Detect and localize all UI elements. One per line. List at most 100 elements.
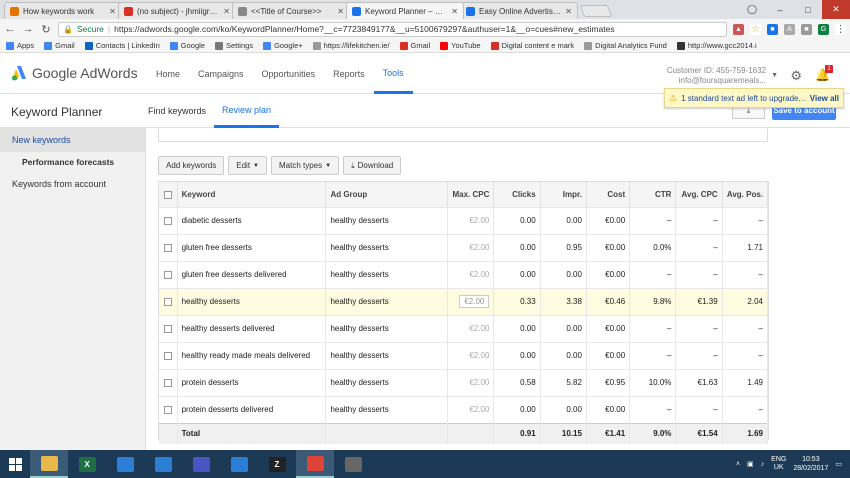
- column-header-keyword[interactable]: Keyword: [177, 182, 327, 207]
- row-checkbox[interactable]: [159, 342, 178, 369]
- bookmark-star-icon[interactable]: ☆: [750, 23, 761, 35]
- close-window-button[interactable]: ✕: [822, 0, 850, 19]
- reload-icon[interactable]: ↻: [40, 23, 52, 36]
- cell-keyword[interactable]: gluten free desserts: [177, 234, 327, 261]
- sidebar-item-keywords-from-account[interactable]: Keywords from account: [0, 172, 145, 196]
- checkbox[interactable]: [163, 216, 172, 225]
- close-icon[interactable]: ✕: [223, 7, 230, 16]
- browser-tab[interactable]: How keywords work ✕: [4, 2, 122, 19]
- cell-cpc[interactable]: €2.00: [447, 342, 495, 369]
- taskbar-app[interactable]: [30, 450, 68, 478]
- notice-text[interactable]: 1 standard text ad left to upgrade...: [681, 94, 805, 103]
- row-checkbox[interactable]: [159, 207, 178, 234]
- row-checkbox[interactable]: [159, 261, 178, 288]
- clock[interactable]: 10:53 28/02/2017: [793, 455, 828, 473]
- bookmark-item[interactable]: http://www.gcc2014.i: [676, 41, 757, 50]
- checkbox[interactable]: [163, 378, 172, 387]
- close-icon[interactable]: ✕: [451, 7, 458, 16]
- cell-keyword[interactable]: healthy ready made meals delivered: [177, 342, 327, 369]
- edit-button[interactable]: Edit ▼: [228, 156, 267, 175]
- language-indicator[interactable]: ENG UK: [771, 456, 786, 472]
- bookmark-item[interactable]: YouTube: [440, 41, 481, 50]
- profile-icon[interactable]: ◯: [738, 0, 766, 19]
- cell-cpc[interactable]: €2.00: [447, 207, 495, 234]
- add-keywords-button[interactable]: Add keywords: [158, 156, 225, 175]
- windows-start-button[interactable]: [0, 450, 30, 478]
- column-header-ctr[interactable]: CTR: [629, 182, 677, 207]
- column-header-avg-cpc[interactable]: Avg. CPC: [675, 182, 723, 207]
- column-header-max-cpc[interactable]: Max. CPC: [447, 182, 495, 207]
- bookmark-item[interactable]: Digital Analytics Fund: [584, 41, 667, 50]
- taskbar-app[interactable]: [334, 450, 372, 478]
- row-checkbox[interactable]: [159, 288, 178, 315]
- cell-keyword[interactable]: protein desserts delivered: [177, 396, 327, 423]
- table-row[interactable]: protein desserts healthy desserts €2.00 0.5…: [159, 369, 769, 396]
- nav-home[interactable]: Home: [147, 54, 189, 94]
- nav-opportunities[interactable]: Opportunities: [253, 54, 325, 94]
- taskbar-app[interactable]: [106, 450, 144, 478]
- bookmark-item[interactable]: Contacts | LinkedIn: [84, 41, 160, 50]
- bookmark-item[interactable]: Apps: [6, 41, 34, 50]
- checkbox[interactable]: [163, 351, 172, 360]
- cell-cpc[interactable]: €2.00: [447, 288, 495, 315]
- extension-icon[interactable]: A: [784, 23, 795, 35]
- close-icon[interactable]: ✕: [337, 7, 344, 16]
- bookmark-item[interactable]: Google: [169, 41, 205, 50]
- extension-icon[interactable]: ▲: [733, 23, 744, 35]
- back-icon[interactable]: ←: [4, 23, 16, 35]
- notifications-icon[interactable]: ▭: [835, 460, 842, 468]
- nav-campaigns[interactable]: Campaigns: [189, 54, 253, 94]
- cell-cpc[interactable]: €2.00: [447, 261, 495, 288]
- taskbar-app[interactable]: [182, 450, 220, 478]
- extension-icon[interactable]: ■: [801, 23, 812, 35]
- chevron-up-icon[interactable]: ˄: [736, 461, 740, 468]
- browser-tab[interactable]: (no subject) - jhmiigrad@ ✕: [118, 2, 236, 19]
- minimize-button[interactable]: –: [766, 0, 794, 19]
- checkbox[interactable]: [163, 243, 172, 252]
- adwords-logo[interactable]: Google AdWords: [11, 65, 138, 81]
- column-header-avg-pos[interactable]: Avg. Pos.: [722, 182, 769, 207]
- forward-icon[interactable]: →: [22, 23, 34, 35]
- bookmark-item[interactable]: Settings: [214, 41, 253, 50]
- cell-cpc[interactable]: €2.00: [447, 234, 495, 261]
- row-checkbox[interactable]: [159, 234, 178, 261]
- view-all-link[interactable]: View all: [810, 94, 839, 103]
- cell-cpc[interactable]: €2.00: [447, 396, 495, 423]
- nav-tools[interactable]: Tools: [373, 54, 413, 94]
- download-button[interactable]: ⤓ Download: [343, 156, 402, 175]
- volume-icon[interactable]: ♪: [761, 461, 765, 468]
- account-dropdown-icon[interactable]: ▼: [771, 72, 778, 79]
- taskbar-app[interactable]: X: [68, 450, 106, 478]
- tab-review-plan[interactable]: Review plan: [214, 94, 280, 128]
- checkbox[interactable]: [163, 297, 172, 306]
- taskbar-app[interactable]: Z: [258, 450, 296, 478]
- max-cpc-input[interactable]: €2.00: [459, 295, 490, 308]
- bookmark-item[interactable]: https://lifekitchen.ie/: [312, 41, 390, 50]
- column-header-cost[interactable]: Cost: [586, 182, 631, 207]
- table-row[interactable]: gluten free desserts delivered healthy de…: [159, 261, 769, 288]
- table-row[interactable]: protein desserts delivered healthy desser…: [159, 396, 769, 423]
- browser-tab[interactable]: <<Title of Course>> ✕: [232, 2, 350, 19]
- cell-keyword[interactable]: diabetic desserts: [177, 207, 327, 234]
- select-all-checkbox[interactable]: [159, 182, 178, 207]
- close-icon[interactable]: ✕: [109, 7, 116, 16]
- sidebar-item-new-keywords[interactable]: New keywords: [0, 128, 145, 152]
- account-info[interactable]: Customer ID: 455-759-1632 info@foursquar…: [667, 66, 766, 86]
- table-row[interactable]: gluten free desserts healthy desserts €2.0…: [159, 234, 769, 261]
- cell-cpc[interactable]: €2.00: [447, 315, 495, 342]
- gear-icon[interactable]: ⚙: [790, 68, 802, 84]
- table-row[interactable]: healthy desserts healthy desserts €2.00 0.3…: [159, 288, 769, 315]
- cell-keyword[interactable]: healthy desserts delivered: [177, 315, 327, 342]
- menu-icon[interactable]: ⋮: [835, 23, 846, 35]
- checkbox[interactable]: [163, 405, 172, 414]
- checkbox[interactable]: [163, 270, 172, 279]
- bookmark-item[interactable]: Digital content e mark: [490, 41, 574, 50]
- cell-keyword[interactable]: gluten free desserts delivered: [177, 261, 327, 288]
- row-checkbox[interactable]: [159, 315, 178, 342]
- new-tab-button[interactable]: [579, 5, 613, 17]
- nav-reports[interactable]: Reports: [324, 54, 374, 94]
- taskbar-app[interactable]: [220, 450, 258, 478]
- cell-cpc[interactable]: €2.00: [447, 369, 495, 396]
- row-checkbox[interactable]: [159, 369, 178, 396]
- cell-keyword[interactable]: healthy desserts: [177, 288, 327, 315]
